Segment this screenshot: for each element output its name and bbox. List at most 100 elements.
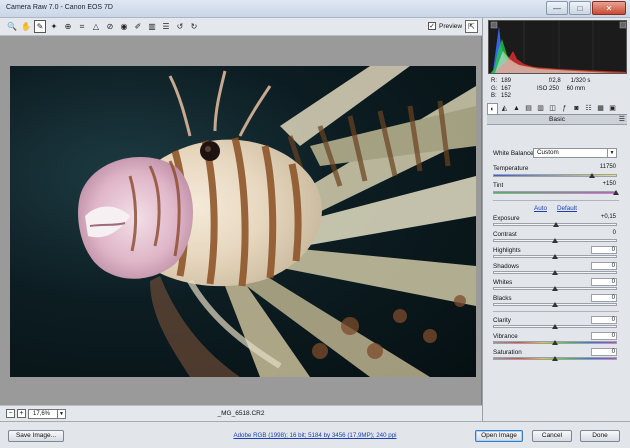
tint-slider[interactable] — [493, 190, 619, 195]
tool-strip: 🔍 ✋ ✎ ✦ ⊕ ⌗ △ ⊘ ◉ ✐ ▥ ☰ ↺ ↻ — [6, 20, 202, 33]
close-button[interactable]: ✕ — [592, 1, 626, 15]
rotate-cw-icon[interactable]: ↻ — [188, 20, 200, 33]
highlights-value[interactable]: 0 — [591, 246, 617, 254]
shadows-slider[interactable] — [493, 270, 617, 275]
highlights-thumb[interactable] — [552, 254, 558, 259]
blacks-value[interactable]: 0 — [591, 294, 617, 302]
vibrance-label: Vibrance — [493, 333, 518, 340]
whites-thumb[interactable] — [552, 286, 558, 291]
highlights-slider[interactable] — [493, 254, 617, 259]
color-sampler-tool-icon[interactable]: ✦ — [48, 20, 60, 33]
shadows-label: Shadows — [493, 263, 519, 270]
tint-label: Tint — [493, 182, 504, 189]
blacks-label: Blacks — [493, 295, 512, 302]
b-label: B: — [491, 93, 497, 99]
lens-corrections-tab-icon[interactable]: ◫ — [547, 103, 558, 114]
saturation-thumb[interactable] — [552, 356, 558, 361]
white-balance-tool-icon[interactable]: ✎ — [34, 20, 46, 33]
tint-thumb[interactable] — [613, 190, 619, 195]
whites-slider[interactable] — [493, 286, 617, 291]
vibrance-thumb[interactable] — [552, 340, 558, 345]
filename-label: _MG_6518.CR2 — [217, 410, 265, 417]
window-controls: — □ ✕ — [545, 1, 626, 15]
saturation-slider[interactable] — [493, 356, 617, 361]
basic-tab-icon[interactable]: ◐ — [487, 103, 498, 114]
shadows-value[interactable]: 0 — [591, 262, 617, 270]
temperature-value[interactable]: 11750 — [591, 164, 617, 172]
blacks-thumb[interactable] — [552, 302, 558, 307]
minimize-button[interactable]: — — [546, 1, 568, 15]
snapshots-tab-icon[interactable]: ▣ — [607, 103, 618, 114]
saturation-label: Saturation — [493, 349, 522, 356]
fullscreen-toggle-icon[interactable]: ⇱ — [465, 20, 478, 33]
blacks-slider[interactable] — [493, 302, 617, 307]
preview-checkbox[interactable]: ✓ — [428, 22, 436, 30]
contrast-value[interactable]: 0 — [591, 230, 617, 238]
effects-tab-icon[interactable]: ƒ — [559, 103, 570, 114]
contrast-thumb[interactable] — [552, 238, 558, 243]
exposure-slider[interactable] — [493, 222, 617, 227]
presets-tab-icon[interactable]: ☷ — [583, 103, 594, 114]
b-value: 152 — [501, 93, 512, 99]
focal-length-value: 60 mm — [566, 85, 586, 92]
maximize-button[interactable]: □ — [569, 1, 591, 15]
temperature-label: Temperature — [493, 165, 529, 172]
rgb-values: R: 189 G: 167 B: 152 — [491, 78, 511, 101]
image-canvas[interactable] — [0, 36, 482, 405]
title-bar: Camera Raw 7.0 - Canon EOS 7D — □ ✕ — [0, 0, 630, 18]
aperture-value: f/2,8 — [549, 78, 561, 84]
r-value: 189 — [501, 78, 512, 84]
exposure-label: Exposure — [493, 215, 520, 222]
photo-illustration — [78, 66, 476, 377]
temperature-thumb[interactable] — [588, 173, 595, 178]
white-balance-select[interactable]: Custom ▼ — [533, 148, 617, 158]
vibrance-slider[interactable] — [493, 340, 617, 345]
cancel-button[interactable]: Cancel — [532, 430, 572, 442]
histogram-graph — [490, 21, 626, 73]
exposure-thumb[interactable] — [553, 222, 560, 227]
shadows-thumb[interactable] — [552, 270, 558, 275]
graduated-filter-icon[interactable]: ▥ — [146, 20, 158, 33]
preview-toggle[interactable]: ✓ Preview — [428, 22, 462, 30]
g-label: G: — [491, 85, 498, 92]
straighten-tool-icon[interactable]: △ — [90, 20, 102, 33]
saturation-value[interactable]: 0 — [591, 348, 617, 356]
whites-value[interactable]: 0 — [591, 278, 617, 286]
tint-value[interactable]: +150 — [591, 181, 617, 189]
contrast-slider[interactable] — [493, 238, 617, 243]
camera-calibration-tab-icon[interactable]: ◙ — [571, 103, 582, 114]
panel-menu-icon[interactable]: ☰ — [619, 115, 625, 123]
exposure-value[interactable]: +0,15 — [591, 214, 617, 222]
done-button[interactable]: Done — [580, 430, 620, 442]
hsl-tab-icon[interactable]: ▤ — [523, 103, 534, 114]
settings-tab-icon[interactable]: ▦ — [595, 103, 606, 114]
temperature-slider[interactable] — [493, 173, 617, 178]
rotate-ccw-icon[interactable]: ↺ — [174, 20, 186, 33]
spot-removal-tool-icon[interactable]: ⊘ — [104, 20, 116, 33]
shutter-value: 1/320 s — [570, 78, 591, 84]
crop-tool-icon[interactable]: ⌗ — [76, 20, 88, 33]
clarity-thumb[interactable] — [552, 324, 558, 329]
targeted-adjustment-tool-icon[interactable]: ⊕ — [62, 20, 74, 33]
adjustment-brush-icon[interactable]: ✐ — [132, 20, 144, 33]
default-link[interactable]: Default — [557, 205, 577, 212]
detail-tab-icon[interactable]: ▲ — [511, 103, 522, 114]
contrast-label: Contrast — [493, 231, 517, 238]
canvas-footer: − + 17,6% ▼ _MG_6518.CR2 — [0, 405, 482, 421]
tone-curve-tab-icon[interactable]: ◭ — [499, 103, 510, 114]
open-image-button[interactable]: Open Image — [475, 430, 523, 442]
vibrance-value[interactable]: 0 — [591, 332, 617, 340]
hand-tool-icon[interactable]: ✋ — [20, 20, 32, 33]
preferences-icon[interactable]: ☰ — [160, 20, 172, 33]
split-toning-tab-icon[interactable]: ▥ — [535, 103, 546, 114]
histogram — [488, 20, 627, 74]
whites-label: Whites — [493, 279, 513, 286]
g-value: 167 — [501, 85, 512, 92]
zoom-tool-icon[interactable]: 🔍 — [6, 20, 18, 33]
window-title: Camera Raw 7.0 - Canon EOS 7D — [6, 4, 113, 11]
clarity-value[interactable]: 0 — [591, 316, 617, 324]
red-eye-tool-icon[interactable]: ◉ — [118, 20, 130, 33]
auto-link[interactable]: Auto — [534, 205, 547, 212]
clarity-slider[interactable] — [493, 324, 617, 329]
panel-tabs: ◐ ◭ ▲ ▤ ▥ ◫ ƒ ◙ ☷ ▦ ▣ — [487, 103, 627, 115]
